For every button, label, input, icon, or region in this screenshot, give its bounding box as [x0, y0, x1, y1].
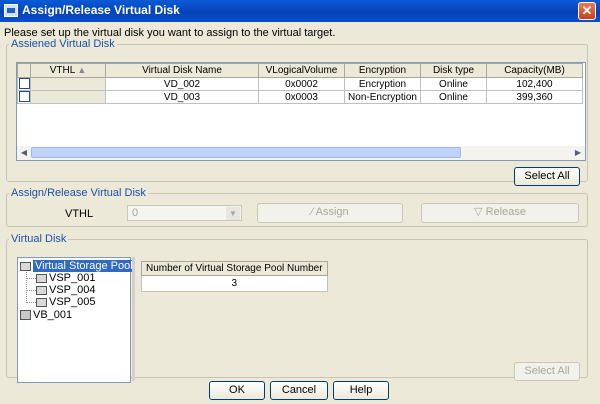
ok-button[interactable]: OK: [209, 381, 265, 400]
column-header-select: [17, 63, 31, 78]
select-all-button[interactable]: Select All: [514, 167, 580, 186]
vlogicalvolume-cell: 0x0002: [258, 77, 345, 91]
pool-count-value: 3: [141, 275, 328, 292]
vlogicalvolume-cell: 0x0003: [258, 90, 345, 104]
virtual-disk-name-cell: VD_002: [105, 77, 259, 91]
column-header-disk-type[interactable]: Disk type: [420, 63, 487, 78]
tree-node-virtual-storage-pool[interactable]: Virtual Storage Pool: [20, 260, 135, 272]
title-bar: Assign/Release Virtual Disk ✕: [0, 0, 600, 22]
horizontal-scrollbar[interactable]: ◀ ▶: [17, 146, 585, 160]
column-header-encryption[interactable]: Encryption: [344, 63, 421, 78]
capacity-cell: 102,400: [486, 77, 583, 91]
cancel-button[interactable]: Cancel: [270, 381, 328, 400]
window-title: Assign/Release Virtual Disk: [22, 3, 180, 17]
vthl-cell: [30, 77, 106, 91]
assign-release-legend: Assign/Release Virtual Disk: [11, 187, 146, 199]
assign-icon: ⁄: [311, 206, 314, 218]
pool-count-table: Number of Virtual Storage Pool Number 3: [141, 261, 328, 292]
pool-count-header: Number of Virtual Storage Pool Number: [141, 261, 328, 276]
close-button[interactable]: ✕: [578, 2, 596, 20]
tree-node-vsp-004[interactable]: VSP_004: [36, 284, 95, 296]
tree-node-vb-001[interactable]: VB_001: [20, 309, 72, 321]
scroll-left-icon[interactable]: ◀: [18, 147, 30, 159]
vthl-select-value: 0: [132, 207, 139, 219]
vthl-cell: [30, 90, 106, 104]
release-icon: ▽: [474, 206, 483, 218]
scroll-right-icon[interactable]: ▶: [572, 147, 584, 159]
row-checkbox[interactable]: [18, 91, 30, 103]
vthl-select[interactable]: 0 ▼: [127, 205, 242, 221]
storage-pool-icon: [20, 261, 31, 271]
virtual-disk-select-all-button[interactable]: Select All: [514, 362, 580, 381]
pool-icon: [36, 285, 47, 295]
help-button[interactable]: Help: [333, 381, 389, 400]
assigned-disk-table: VTHL ▲ Virtual Disk Name VLogicalVolume E…: [16, 62, 586, 161]
tree-node-vsp-001[interactable]: VSP_001: [36, 272, 95, 284]
assign-release-group: Assign/Release Virtual Disk VTHL 0 ▼ ⁄ A…: [6, 187, 588, 227]
assigned-group-legend: Assiened Virtual Disk: [11, 38, 115, 50]
pool-detail-panel: Number of Virtual Storage Pool Number 3: [137, 257, 577, 381]
scroll-thumb[interactable]: [31, 147, 461, 158]
vthl-label: VTHL: [65, 208, 94, 220]
capacity-cell: 399,360: [486, 90, 583, 104]
pool-icon: [36, 273, 47, 283]
column-header-virtual-disk-name[interactable]: Virtual Disk Name: [105, 63, 259, 78]
virtual-disk-legend: Virtual Disk: [11, 233, 67, 245]
sort-ascending-icon: ▲: [77, 65, 87, 75]
pool-icon: [36, 297, 47, 307]
column-header-vthl[interactable]: VTHL ▲: [30, 63, 106, 78]
close-icon: ✕: [581, 3, 593, 18]
release-button[interactable]: ▽ Release: [421, 203, 579, 223]
pane-splitter[interactable]: [132, 257, 135, 381]
encryption-cell: Non-Encryption: [344, 90, 421, 104]
table-row[interactable]: VD_003 0x0003 Non-Encryption Online 399,…: [17, 90, 583, 104]
virtual-storage-tree: Virtual Storage Pool VSP_001 VSP_004 VSP…: [17, 257, 135, 383]
assigned-virtual-disk-group: Assiened Virtual Disk VTHL ▲ Virtual Disk…: [6, 38, 588, 186]
row-checkbox[interactable]: [18, 78, 30, 90]
disk-type-cell: Online: [420, 77, 487, 91]
table-row[interactable]: VD_002 0x0002 Encryption Online 102,400: [17, 77, 583, 91]
virtual-disk-name-cell: VD_003: [105, 90, 259, 104]
disk-type-cell: Online: [420, 90, 487, 104]
chevron-down-icon: ▼: [226, 207, 240, 220]
column-header-vlogicalvolume[interactable]: VLogicalVolume: [258, 63, 345, 78]
assign-button[interactable]: ⁄ Assign: [257, 203, 403, 223]
column-header-capacity[interactable]: Capacity(MB): [486, 63, 583, 78]
encryption-cell: Encryption: [344, 77, 421, 91]
virtual-disk-group: Virtual Disk Virtual Storage Pool VSP_00…: [6, 233, 588, 383]
tree-node-vsp-005[interactable]: VSP_005: [36, 296, 95, 308]
virtual-box-icon: [20, 310, 31, 321]
app-icon: [4, 4, 18, 17]
